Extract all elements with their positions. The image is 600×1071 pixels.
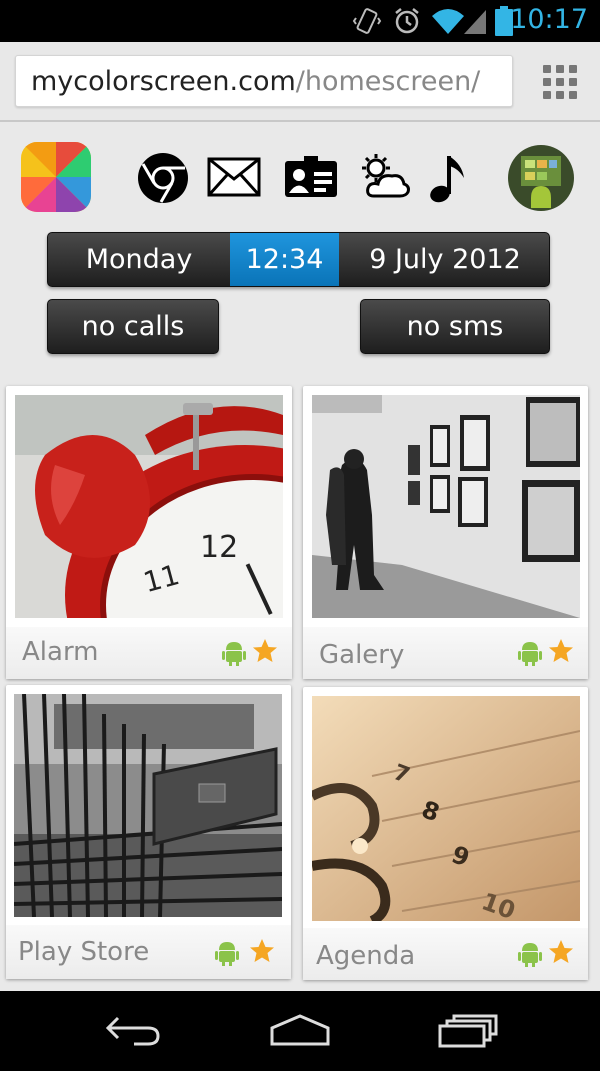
color-wheel-icon[interactable] — [21, 142, 91, 212]
card-footer: Agenda — [303, 928, 588, 980]
wifi-icon — [430, 0, 466, 42]
clock-time[interactable]: 12:34 — [230, 233, 339, 286]
navigation-bar — [0, 991, 600, 1071]
android-icon — [215, 940, 239, 970]
android-avatar-icon[interactable] — [507, 142, 575, 214]
gallery-photo — [312, 395, 580, 618]
card-footer: Galery — [303, 627, 588, 679]
app-card-agenda[interactable]: 7 8 9 10 Agenda — [303, 687, 588, 980]
android-icon — [518, 640, 542, 670]
recents-icon[interactable] — [438, 1009, 498, 1053]
app-card-galery[interactable]: Galery — [303, 386, 588, 679]
back-icon[interactable] — [104, 1009, 162, 1053]
date-label: 9 July 2012 — [369, 244, 521, 275]
home-icon[interactable] — [268, 1009, 332, 1053]
date-time-widget: Monday 12:34 9 July 2012 — [47, 232, 550, 287]
app-label: Galery — [319, 640, 405, 670]
apps-grid-icon[interactable] — [543, 65, 577, 99]
app-label: Alarm — [22, 637, 99, 667]
chrome-icon[interactable] — [137, 152, 189, 204]
url-path: /homescreen/ — [295, 65, 481, 97]
alarm-icon — [392, 0, 422, 42]
mail-icon[interactable] — [207, 157, 261, 197]
weather-icon[interactable] — [360, 152, 412, 200]
app-label: Play Store — [18, 937, 150, 967]
calendar-photo: 7 8 9 10 — [312, 696, 580, 921]
alarm-clock-photo: 12 11 — [15, 395, 283, 618]
android-icon — [222, 640, 246, 670]
contacts-card-icon[interactable] — [284, 156, 338, 198]
favorite-star-icon[interactable] — [548, 939, 574, 969]
music-note-icon[interactable] — [428, 152, 470, 204]
shopping-cart-photo — [14, 694, 282, 917]
card-footer: Play Store — [6, 925, 291, 979]
app-card-play-store[interactable]: Play Store — [6, 685, 291, 979]
favorite-star-icon[interactable] — [252, 638, 278, 668]
browser-toolbar: mycolorscreen.com/homescreen/ — [0, 42, 600, 122]
weekday-label: Monday — [85, 244, 193, 275]
favorite-star-icon[interactable] — [548, 638, 574, 668]
unread-sms-button[interactable]: no sms — [360, 299, 550, 354]
url-domain: mycolorscreen.com — [31, 65, 296, 97]
status-bar: 10:17 — [0, 0, 600, 42]
status-time: 10:17 — [510, 4, 588, 35]
app-label: Agenda — [316, 941, 416, 971]
signal-icon — [462, 0, 488, 42]
homescreen-page: Monday 12:34 9 July 2012 no calls no sms… — [0, 122, 600, 991]
android-icon — [518, 941, 542, 971]
url-field[interactable]: mycolorscreen.com/homescreen/ — [15, 55, 513, 107]
app-card-alarm[interactable]: 12 11 Alarm — [6, 386, 292, 679]
svg-text:12: 12 — [200, 530, 238, 565]
missed-calls-button[interactable]: no calls — [47, 299, 219, 354]
favorite-star-icon[interactable] — [249, 938, 275, 968]
card-footer: Alarm — [6, 627, 292, 679]
vibrate-icon — [352, 0, 382, 42]
